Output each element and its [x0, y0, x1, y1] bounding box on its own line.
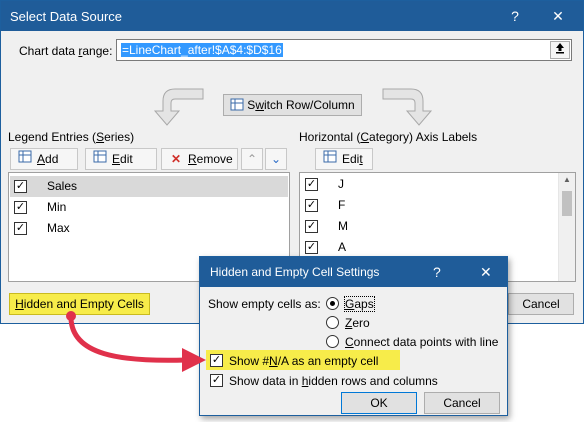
vertical-scrollbar[interactable]: ▲: [558, 173, 575, 281]
checkbox[interactable]: ✓: [305, 241, 318, 254]
list-item[interactable]: ✓ J: [301, 174, 574, 195]
move-up-button[interactable]: ⌃: [241, 148, 263, 170]
connect-radio[interactable]: [326, 335, 339, 348]
collapse-dialog-button[interactable]: [550, 41, 570, 59]
checkbox[interactable]: ✓: [305, 220, 318, 233]
show-na-label: Show #N/A as an empty cell: [229, 354, 379, 368]
category-label: M: [338, 219, 348, 233]
title-bar: Hidden and Empty Cell Settings ? ✕: [200, 257, 507, 287]
left-curve-arrow-icon: [153, 88, 204, 126]
hidden-empty-cell-settings-dialog: Hidden and Empty Cell Settings ? ✕ Show …: [199, 256, 508, 416]
upload-arrow-icon: [556, 43, 564, 54]
move-down-button[interactable]: ⌄: [265, 148, 287, 170]
close-button[interactable]: ✕: [480, 264, 492, 281]
gaps-label: Gaps: [344, 296, 375, 312]
list-item[interactable]: ✓ M: [301, 216, 574, 237]
scroll-up-icon: ▲: [563, 175, 571, 184]
axis-labels-label: Horizontal (Category) Axis Labels: [299, 130, 478, 144]
remove-series-button[interactable]: ✕ Remove: [161, 148, 238, 170]
checkbox[interactable]: ✓: [305, 178, 318, 191]
edit-series-button[interactable]: Edit: [85, 148, 157, 170]
help-button[interactable]: ?: [433, 264, 441, 280]
range-value: =LineChart_after!$A$4:$D$16: [121, 43, 283, 57]
legend-entries-label: Legend Entries (Series): [8, 130, 135, 144]
hidden-and-empty-cells-button[interactable]: Hidden and Empty Cells: [9, 293, 150, 315]
edit-grid-icon: [92, 149, 108, 169]
right-curve-arrow-icon: [382, 88, 433, 126]
dialog-title: Hidden and Empty Cell Settings: [210, 265, 380, 279]
gaps-radio[interactable]: [326, 297, 339, 310]
list-item[interactable]: ✓ Sales: [10, 176, 288, 197]
edit-axis-labels-button[interactable]: Edit: [315, 148, 373, 170]
category-label: F: [338, 198, 346, 212]
dialog-title: Select Data Source: [10, 9, 123, 24]
category-label: A: [338, 240, 347, 254]
zero-radio[interactable]: [326, 316, 339, 329]
show-hidden-checkbox[interactable]: ✓: [210, 374, 223, 387]
checkbox[interactable]: ✓: [14, 201, 27, 214]
cancel-button[interactable]: Cancel: [424, 392, 500, 414]
checkbox[interactable]: ✓: [305, 199, 318, 212]
switch-grid-icon: [230, 98, 244, 111]
show-empty-label: Show empty cells as:: [208, 297, 321, 311]
connect-label: Connect data points with line: [345, 335, 499, 349]
add-series-button[interactable]: Add: [10, 148, 78, 170]
chart-data-range-input[interactable]: =LineChart_after!$A$4:$D$16: [116, 39, 572, 61]
edit-grid-icon: [322, 149, 338, 169]
series-label: Min: [47, 200, 67, 214]
show-hidden-label: Show data in hidden rows and columns: [229, 374, 438, 388]
show-na-checkbox[interactable]: ✓: [210, 354, 223, 367]
checkbox[interactable]: ✓: [14, 222, 27, 235]
list-item[interactable]: ✓ A: [301, 237, 574, 258]
list-item[interactable]: ✓ Max: [10, 218, 288, 239]
ok-button[interactable]: OK: [341, 392, 417, 414]
chevron-down-icon: ⌄: [270, 152, 282, 166]
list-item[interactable]: ✓ Min: [10, 197, 288, 218]
close-button[interactable]: ✕: [547, 6, 569, 26]
zero-label: Zero: [345, 316, 370, 330]
chevron-up-icon: ⌃: [246, 152, 258, 166]
series-label: Max: [47, 221, 70, 235]
category-label: J: [338, 177, 344, 191]
remove-x-icon: ✕: [170, 152, 182, 166]
chart-data-range-label: Chart data range:: [19, 44, 113, 58]
add-grid-icon: [17, 149, 33, 169]
title-bar: Select Data Source ? ✕: [1, 1, 583, 31]
help-button[interactable]: ?: [504, 6, 526, 26]
series-label: Sales: [47, 179, 78, 193]
list-item[interactable]: ✓ F: [301, 195, 574, 216]
cancel-button[interactable]: Cancel: [508, 293, 574, 315]
scroll-thumb[interactable]: [562, 191, 572, 216]
checkbox[interactable]: ✓: [14, 180, 27, 193]
switch-row-column-button[interactable]: Switch Row/Column: [223, 94, 362, 116]
